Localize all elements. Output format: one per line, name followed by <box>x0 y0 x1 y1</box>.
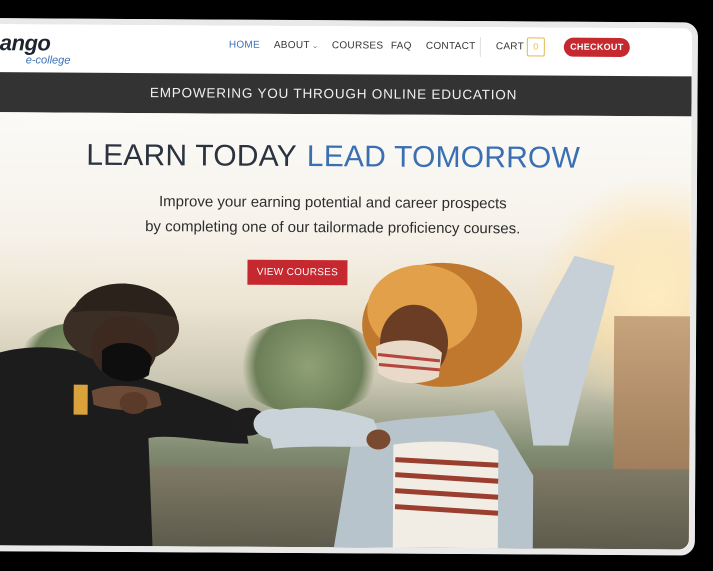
hero-subtitle: Improve your earning potential and caree… <box>0 188 691 242</box>
nav-item-home[interactable]: HOME <box>229 40 260 51</box>
banner-text: EMPOWERING YOU THROUGH ONLINE EDUCATION <box>149 85 518 103</box>
nav-item-contact[interactable]: CONTACT <box>426 41 476 52</box>
nav-item-about-label: ABOUT <box>273 39 310 52</box>
hero-headline: LEARN TODAY LEAD TOMORROW <box>0 138 691 176</box>
headline-lead-tomorrow: LEAD TOMORROW <box>306 140 581 175</box>
person-left <box>0 283 249 550</box>
site-header: ango e-college HOME ABOUT ⌄ COURSES FAQ C… <box>0 24 692 77</box>
cart-link[interactable]: CART <box>496 41 524 52</box>
logo-wordmark[interactable]: ango <box>0 30 50 56</box>
website-viewport: ango e-college HOME ABOUT ⌄ COURSES FAQ C… <box>0 24 692 550</box>
nav-item-about[interactable]: ABOUT ⌄ <box>274 40 319 51</box>
view-courses-button[interactable]: VIEW COURSES <box>247 259 348 286</box>
nav-divider <box>479 37 481 58</box>
checkout-button[interactable]: CHECKOUT <box>563 37 630 58</box>
top-banner: EMPOWERING YOU THROUGH ONLINE EDUCATION <box>0 72 692 117</box>
hero-section: LEARN TODAY LEAD TOMORROW Improve your ea… <box>0 112 692 550</box>
headline-learn-today: LEARN TODAY <box>86 138 297 173</box>
cart-count-badge[interactable]: 0 <box>526 37 545 57</box>
nav-item-faq[interactable]: FAQ <box>391 41 412 52</box>
person-right <box>263 255 615 550</box>
nav-item-courses[interactable]: COURSES <box>332 40 384 51</box>
logo-tagline: e-college <box>25 54 71 67</box>
browser-frame: ango e-college HOME ABOUT ⌄ COURSES FAQ C… <box>0 18 698 556</box>
hero-photo-people <box>0 255 615 550</box>
subtitle-line-2: by completing one of our tailormade prof… <box>145 218 521 238</box>
chevron-down-icon: ⌄ <box>311 41 319 51</box>
